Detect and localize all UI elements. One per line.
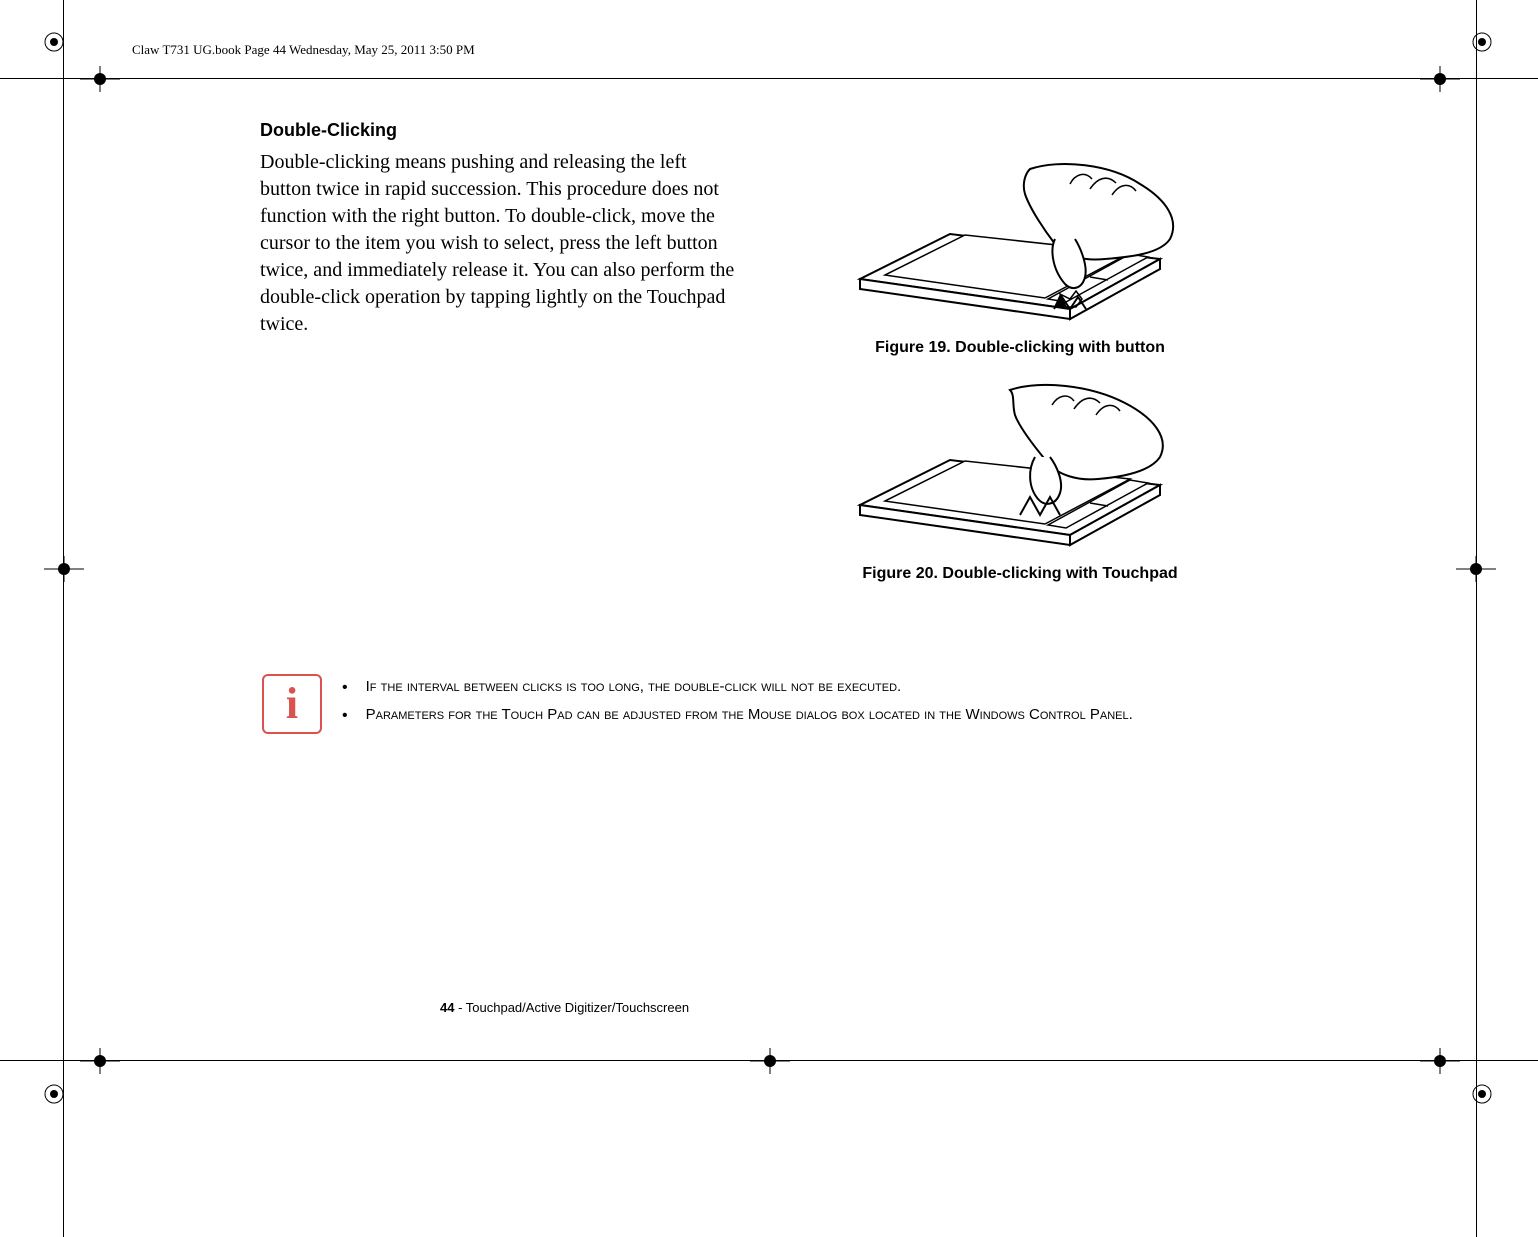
figure-20-image <box>830 375 1210 555</box>
figure-19-image <box>830 149 1210 329</box>
crosshair-icon <box>80 66 120 106</box>
crosshair-icon <box>80 1048 120 1088</box>
figure-19-caption: Figure 19. Double-clicking with button <box>875 339 1165 357</box>
info-bullet-2: Parameters for the Touch Pad can be adju… <box>366 704 1133 728</box>
regmark-icon <box>42 1082 66 1106</box>
section-title: Double-Clicking <box>260 120 1320 141</box>
regmark-icon <box>1470 1082 1494 1106</box>
page-number: 44 <box>440 1000 454 1015</box>
crosshair-icon <box>1420 1048 1460 1088</box>
figure-20-caption: Figure 20. Double-clicking with Touchpad <box>862 565 1177 583</box>
header-meta: Claw T731 UG.book Page 44 Wednesday, May… <box>132 42 475 58</box>
section-body: Double-clicking means pushing and releas… <box>260 149 740 601</box>
crosshair-icon <box>1456 556 1496 596</box>
info-list: If the interval between clicks is too lo… <box>342 676 1133 732</box>
info-bullet-1: If the interval between clicks is too lo… <box>366 676 902 700</box>
crop-line-top <box>0 78 1538 79</box>
crosshair-icon <box>1420 66 1460 106</box>
footer-path: - Touchpad/Active Digitizer/Touchscreen <box>454 1000 689 1015</box>
crosshair-icon <box>44 556 84 596</box>
crop-line-left <box>63 0 64 1237</box>
page-footer: 44 - Touchpad/Active Digitizer/Touchscre… <box>440 1000 689 1015</box>
regmark-icon <box>1470 30 1494 54</box>
crosshair-icon <box>750 1048 790 1088</box>
regmark-icon <box>42 30 66 54</box>
crop-line-right <box>1476 0 1477 1237</box>
figures-column: Figure 19. Double-clicking with button <box>780 149 1260 601</box>
info-icon: i <box>262 674 322 734</box>
info-box: i If the interval between clicks is too … <box>262 668 1302 740</box>
document-page: Claw T731 UG.book Page 44 Wednesday, May… <box>0 0 1538 1237</box>
content-area: Double-Clicking Double-clicking means pu… <box>260 120 1320 601</box>
